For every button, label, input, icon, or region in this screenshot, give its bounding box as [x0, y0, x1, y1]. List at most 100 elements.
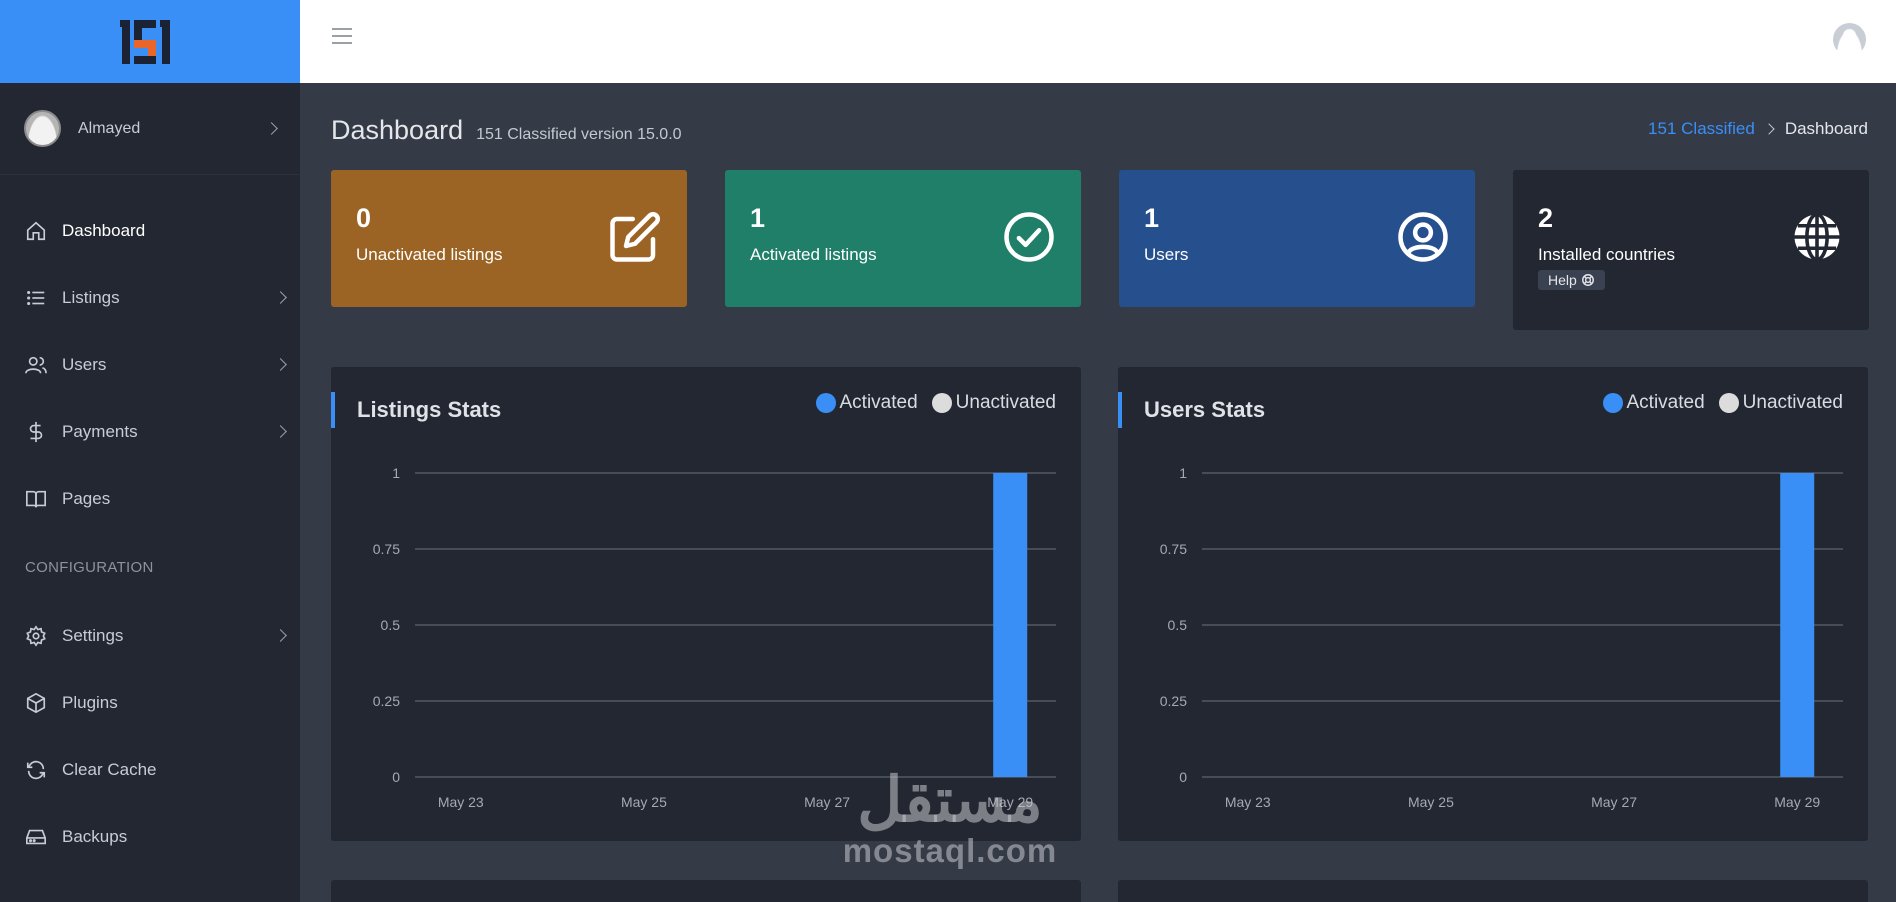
top-bar: [300, 0, 1896, 83]
legend-swatch-activated: [815, 393, 836, 413]
sidebar-item-backups[interactable]: Backups: [0, 803, 300, 870]
watermark: مستقل mostaql.com: [830, 770, 1070, 870]
sidebar-item-label: Backups: [62, 826, 128, 846]
globe-icon: [1794, 212, 1840, 262]
bar-activated: [1780, 473, 1815, 777]
legend-item-unactivated[interactable]: Unactivated: [1718, 392, 1843, 414]
legend-label: Activated: [839, 392, 918, 413]
legend-item-unactivated[interactable]: Unactivated: [931, 392, 1056, 414]
sidebar-item-label: Dashboard: [62, 220, 146, 240]
y-tick-label: 0.75: [373, 541, 400, 557]
avatar: [24, 110, 61, 147]
sidebar-nav: Dashboard Listings Users Payments Pages …: [0, 175, 300, 870]
list-icon: [25, 287, 47, 309]
y-tick-label: 0.25: [1160, 693, 1187, 709]
bottom-panel-left: [331, 880, 1081, 902]
y-tick-label: 1: [1179, 465, 1187, 481]
legend-item-activated[interactable]: Activated: [1602, 392, 1705, 414]
bottom-panel-right: [1118, 880, 1868, 902]
legend-swatch-activated: [1602, 393, 1623, 413]
panel-title: Listings Stats: [331, 392, 501, 428]
gear-icon: [25, 624, 47, 647]
main-content: Dashboard 151 Classified version 15.0.0 …: [300, 83, 1896, 902]
bar-activated: [993, 473, 1028, 777]
lifebuoy-icon: [1581, 274, 1594, 286]
users-icon: [25, 354, 47, 376]
sidebar-user[interactable]: Almayed: [0, 83, 300, 175]
user-circle-icon: [1398, 212, 1448, 262]
sidebar-item-label: Payments: [62, 421, 138, 441]
sidebar-item-clear-cache[interactable]: Clear Cache: [0, 736, 300, 803]
y-tick-label: 0.25: [373, 693, 400, 709]
y-tick-label: 1: [392, 465, 400, 481]
chart-legend: Activated Unactivated: [1589, 392, 1843, 414]
x-tick-label: May 23: [438, 794, 484, 810]
watermark-arabic: مستقل: [857, 766, 1043, 835]
page-subtitle: 151 Classified version 15.0.0: [476, 126, 682, 143]
legend-label: Activated: [1626, 392, 1705, 413]
book-icon: [25, 488, 47, 510]
sidebar-item-settings[interactable]: Settings: [0, 602, 300, 669]
breadcrumb: 151 Classified Dashboard: [1648, 119, 1868, 139]
y-tick-label: 0: [1179, 769, 1187, 785]
dollar-icon: [25, 421, 47, 443]
sidebar-item-dashboard[interactable]: Dashboard: [0, 197, 300, 264]
sidebar-item-label: Settings: [62, 625, 124, 645]
watermark-latin: mostaql.com: [842, 832, 1058, 869]
x-tick-label: May 25: [1408, 794, 1454, 810]
sidebar-item-label: Users: [62, 354, 107, 374]
y-tick-label: 0.5: [381, 617, 401, 633]
home-icon: [25, 220, 47, 242]
sidebar-item-label: Clear Cache: [62, 759, 157, 779]
sidebar-item-users[interactable]: Users: [0, 331, 300, 398]
users-stats-panel: 0 0.25 0.5 0.75 1 May 23 May 25 May 27 May 29 Us…: [1118, 367, 1868, 841]
stat-card-installed-countries[interactable]: 2 Installed countries Help: [1513, 170, 1869, 330]
page-header: Dashboard 151 Classified version 15.0.0: [331, 115, 682, 146]
x-tick-label: May 27: [1591, 794, 1637, 810]
sidebar-item-label: Plugins: [62, 692, 118, 712]
legend-label: Unactivated: [955, 392, 1056, 413]
chevron-right-icon: [265, 122, 278, 135]
stat-card-users[interactable]: 1 Users: [1119, 170, 1475, 307]
legend-swatch-unactivated: [931, 393, 952, 413]
user-avatar-button[interactable]: [1833, 23, 1866, 56]
sidebar-item-payments[interactable]: Payments: [0, 398, 300, 465]
sidebar: Almayed Dashboard Listings Users Payment…: [0, 0, 300, 902]
brand-logo[interactable]: [120, 16, 180, 68]
section-label-configuration: CONFIGURATION: [25, 558, 154, 576]
breadcrumb-root-link[interactable]: 151 Classified: [1648, 119, 1755, 139]
legend-item-activated[interactable]: Activated: [815, 392, 918, 414]
stat-card-unactivated-listings[interactable]: 0 Unactivated listings: [331, 170, 687, 307]
sidebar-item-plugins[interactable]: Plugins: [0, 669, 300, 736]
sidebar-item-pages[interactable]: Pages: [0, 465, 300, 532]
chevron-right-icon: [1763, 123, 1775, 135]
chart-legend: Activated Unactivated: [802, 392, 1056, 414]
cube-icon: [25, 692, 47, 714]
y-tick-label: 0.5: [1168, 617, 1188, 633]
users-stats-chart: 0 0.25 0.5 0.75 1 May 23 May 25 May 27 May 29: [1160, 465, 1843, 810]
chevron-right-icon: [274, 425, 287, 438]
edit-icon: [610, 212, 660, 262]
chevron-right-icon: [274, 629, 287, 642]
user-name: Almayed: [78, 119, 141, 137]
legend-swatch-unactivated: [1718, 393, 1739, 413]
breadcrumb-current: Dashboard: [1784, 119, 1868, 138]
help-badge[interactable]: Help: [1538, 270, 1605, 290]
hamburger-menu-icon[interactable]: [332, 28, 352, 46]
sidebar-item-label: Listings: [62, 287, 120, 307]
x-tick-label: May 25: [621, 794, 667, 810]
refresh-icon: [25, 759, 47, 781]
sidebar-item-listings[interactable]: Listings: [0, 264, 300, 331]
x-tick-label: May 29: [1774, 794, 1820, 810]
page-title: Dashboard: [331, 115, 464, 145]
y-tick-label: 0.75: [1160, 541, 1187, 557]
help-badge-label: Help: [1548, 272, 1577, 288]
panel-title: Users Stats: [1118, 392, 1265, 428]
x-tick-label: May 23: [1225, 794, 1271, 810]
chevron-right-icon: [274, 291, 287, 304]
logo-bar: [0, 0, 300, 83]
stat-card-activated-listings[interactable]: 1 Activated listings: [725, 170, 1081, 307]
y-tick-label: 0: [392, 769, 400, 785]
hard-drive-icon: [25, 826, 47, 848]
sidebar-item-label: Pages: [62, 488, 111, 508]
